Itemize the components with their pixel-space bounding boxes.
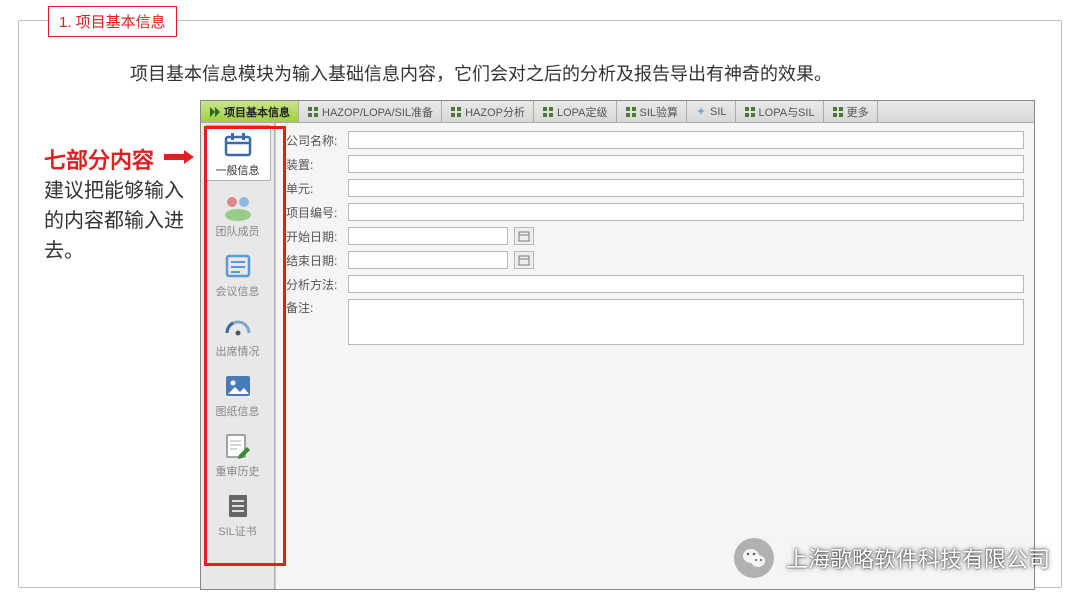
sidebar-item-label: 团队成员 [205,223,271,239]
label-projno: 项目编号: [286,204,342,221]
sidebar-item-attendance[interactable]: 出席情况 [205,307,271,361]
input-company[interactable] [348,131,1024,149]
grid-icon [625,106,637,118]
input-remark[interactable] [348,299,1024,345]
form-area: 公司名称: 装置: 单元: 项目编号: 开始日期: [275,123,1034,589]
tab-label: LOPA定级 [557,104,608,120]
sidebar-item-general-info[interactable]: 一般信息 [205,125,271,181]
calendar-icon [221,130,255,160]
tab-more[interactable]: 更多 [824,101,878,122]
tab-label: SIL验算 [640,104,679,120]
grid-icon [832,106,844,118]
input-enddate[interactable] [348,251,508,269]
list-icon [221,251,255,281]
grid-icon [307,106,319,118]
grid-icon [542,106,554,118]
tab-label: 项目基本信息 [224,104,290,120]
doc-icon [221,491,255,521]
edit-icon [221,431,255,461]
tab-hazop-lopa-sil-prepare[interactable]: HAZOP/LOPA/SIL准备 [299,101,442,122]
gauge-icon [221,311,255,341]
annotation-body: 建议把能够输入的内容都输入进去。 [44,176,194,266]
label-method: 分析方法: [286,276,342,293]
watermark: 上海歌略软件科技有限公司 [734,538,1050,578]
input-startdate[interactable] [348,227,508,245]
sidebar-item-label: 重审历史 [205,463,271,479]
tab-label: HAZOP/LOPA/SIL准备 [322,104,433,120]
tab-label: SIL [710,106,727,118]
wechat-icon [734,538,774,578]
grid-icon [744,106,756,118]
tab-arrow-icon [209,106,221,118]
input-device[interactable] [348,155,1024,173]
section-title-badge: 1. 项目基本信息 [48,6,177,37]
grid-icon [450,106,462,118]
calendar-picker-start-icon[interactable] [514,227,534,245]
tab-project-basic-info[interactable]: 项目基本信息 [201,101,299,122]
sidebar-item-label: 出席情况 [205,343,271,359]
tab-label: LOPA与SIL [759,104,815,120]
annotation-arrow-icon [164,150,194,164]
input-method[interactable] [348,275,1024,293]
calendar-picker-end-icon[interactable] [514,251,534,269]
sidebar-item-label: 一般信息 [206,162,270,178]
sidebar-item-sil-cert[interactable]: SIL证书 [205,487,271,541]
sidebar-item-team-members[interactable]: 团队成员 [205,187,271,241]
sidebar-item-label: 图纸信息 [205,403,271,419]
label-startdate: 开始日期: [286,228,342,245]
label-unit: 单元: [286,180,342,197]
intro-text: 项目基本信息模块为输入基础信息内容，它们会对之后的分析及报告导出有神奇的效果。 [130,60,832,86]
tab-sil[interactable]: SIL [687,101,736,122]
tab-sil-verify[interactable]: SIL验算 [617,101,688,122]
sparkle-icon [695,106,707,118]
sidebar-item-drawing-info[interactable]: 图纸信息 [205,367,271,421]
tab-lopa-grade[interactable]: LOPA定级 [534,101,617,122]
tab-hazop-analysis[interactable]: HAZOP分析 [442,101,534,122]
label-enddate: 结束日期: [286,252,342,269]
tab-lopa-and-sil[interactable]: LOPA与SIL [736,101,824,122]
sidebar-item-meeting-info[interactable]: 会议信息 [205,247,271,301]
label-company: 公司名称: [286,132,342,149]
people-icon [221,191,255,221]
sidebar-item-label: SIL证书 [205,523,271,539]
tabstrip: 项目基本信息 HAZOP/LOPA/SIL准备 HAZOP分析 LOPA定级 S… [201,101,1034,123]
image-icon [221,371,255,401]
tab-label: 更多 [847,104,869,120]
input-projno[interactable] [348,203,1024,221]
label-remark: 备注: [286,299,342,316]
watermark-text: 上海歌略软件科技有限公司 [786,542,1050,574]
input-unit[interactable] [348,179,1024,197]
app-window: 项目基本信息 HAZOP/LOPA/SIL准备 HAZOP分析 LOPA定级 S… [200,100,1035,590]
tab-label: HAZOP分析 [465,104,525,120]
sidebar-item-label: 会议信息 [205,283,271,299]
sidebar-item-review-history[interactable]: 重审历史 [205,427,271,481]
sidebar: 一般信息 团队成员 会议信息 出席情况 [201,123,275,589]
annotation-heading: 七部分内容 [44,143,154,175]
label-device: 装置: [286,156,342,173]
